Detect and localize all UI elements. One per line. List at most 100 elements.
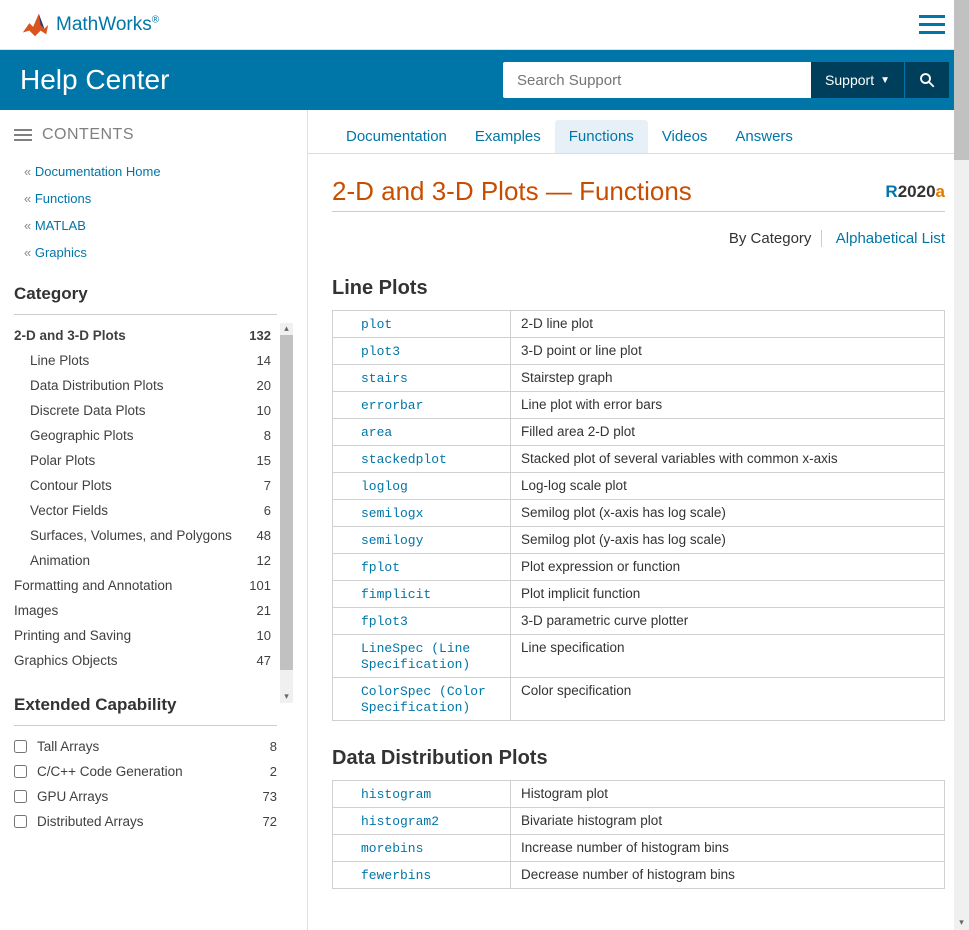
function-link[interactable]: fplot: [361, 560, 400, 575]
function-link[interactable]: fewerbins: [361, 868, 431, 883]
scrollbar-thumb[interactable]: [954, 0, 969, 160]
extended-item[interactable]: GPU Arrays73: [14, 784, 307, 809]
extended-checkbox[interactable]: [14, 765, 27, 778]
breadcrumb-link[interactable]: Graphics: [14, 239, 307, 266]
function-link[interactable]: histogram2: [361, 814, 439, 829]
scrollbar-thumb[interactable]: [280, 335, 293, 670]
view-alphabetical[interactable]: Alphabetical List: [836, 230, 945, 247]
search-wrap: Support ▼: [503, 62, 949, 98]
extended-item[interactable]: Tall Arrays8: [14, 734, 307, 759]
page-scrollbar[interactable]: ▴ ▾: [954, 0, 969, 930]
category-count: 20: [241, 378, 271, 393]
extended-checkbox[interactable]: [14, 790, 27, 803]
category-item[interactable]: 2-D and 3-D Plots132: [14, 323, 307, 348]
tab-examples[interactable]: Examples: [461, 120, 555, 153]
extended-item[interactable]: Distributed Arrays72: [14, 809, 307, 834]
category-count: 10: [241, 403, 271, 418]
function-desc: Stairstep graph: [511, 365, 945, 392]
category-item[interactable]: Graphics Objects47: [14, 648, 307, 673]
view-by-category[interactable]: By Category: [729, 230, 823, 247]
category-item[interactable]: Formatting and Annotation101: [14, 573, 307, 598]
tab-documentation[interactable]: Documentation: [332, 120, 461, 153]
extended-checkbox[interactable]: [14, 740, 27, 753]
scroll-down-icon[interactable]: ▾: [280, 691, 293, 703]
category-label: Printing and Saving: [14, 628, 241, 643]
function-desc: Decrease number of histogram bins: [511, 862, 945, 889]
scroll-up-icon[interactable]: ▴: [280, 323, 293, 335]
function-table: plot2-D line plotplot33-D point or line …: [332, 310, 945, 721]
brand-logo[interactable]: MathWorks®: [20, 11, 159, 39]
function-link[interactable]: morebins: [361, 841, 423, 856]
category-item[interactable]: Discrete Data Plots10: [14, 398, 307, 423]
function-link[interactable]: LineSpec (Line Specification): [361, 641, 470, 672]
category-label: Data Distribution Plots: [30, 378, 241, 393]
scroll-down-icon[interactable]: ▾: [954, 915, 969, 930]
breadcrumb-link[interactable]: Functions: [14, 185, 307, 212]
search-button[interactable]: [905, 62, 949, 98]
function-link[interactable]: fimplicit: [361, 587, 431, 602]
function-desc: Color specification: [511, 678, 945, 721]
function-link[interactable]: area: [361, 425, 392, 440]
category-item[interactable]: Vector Fields6: [14, 498, 307, 523]
extended-label: GPU Arrays: [37, 789, 247, 804]
function-desc: Line specification: [511, 635, 945, 678]
category-label: Surfaces, Volumes, and Polygons: [30, 528, 241, 543]
tab-videos[interactable]: Videos: [648, 120, 722, 153]
category-item[interactable]: Animation12: [14, 548, 307, 573]
function-link[interactable]: loglog: [361, 479, 408, 494]
table-row: plot33-D point or line plot: [333, 338, 945, 365]
function-link[interactable]: semilogx: [361, 506, 423, 521]
extended-label: C/C++ Code Generation: [37, 764, 247, 779]
category-count: 10: [241, 628, 271, 643]
function-desc: Plot expression or function: [511, 554, 945, 581]
support-dropdown[interactable]: Support ▼: [811, 62, 904, 98]
category-item[interactable]: Data Distribution Plots20: [14, 373, 307, 398]
table-row: histogramHistogram plot: [333, 781, 945, 808]
table-row: histogram2Bivariate histogram plot: [333, 808, 945, 835]
function-link[interactable]: stackedplot: [361, 452, 447, 467]
search-input[interactable]: [503, 62, 811, 98]
category-count: 47: [241, 653, 271, 668]
category-count: 132: [241, 328, 271, 343]
category-item[interactable]: Contour Plots7: [14, 473, 307, 498]
table-row: ColorSpec (Color Specification) Color spe…: [333, 678, 945, 721]
function-link[interactable]: semilogy: [361, 533, 423, 548]
category-item[interactable]: Line Plots14: [14, 348, 307, 373]
category-item[interactable]: Geographic Plots8: [14, 423, 307, 448]
category-item[interactable]: Surfaces, Volumes, and Polygons48: [14, 523, 307, 548]
tab-row: DocumentationExamplesFunctionsVideosAnsw…: [308, 110, 969, 154]
extended-label: Tall Arrays: [37, 739, 247, 754]
category-item[interactable]: Printing and Saving10: [14, 623, 307, 648]
table-row: semilogx Semilog plot (x-axis has log sca…: [333, 500, 945, 527]
chevron-down-icon: ▼: [880, 75, 890, 86]
function-link[interactable]: histogram: [361, 787, 431, 802]
breadcrumb-link[interactable]: MATLAB: [14, 212, 307, 239]
function-link[interactable]: plot: [361, 317, 392, 332]
function-desc: Semilog plot (x-axis has log scale): [511, 500, 945, 527]
hamburger-menu[interactable]: [919, 10, 949, 40]
function-link[interactable]: plot3: [361, 344, 400, 359]
category-item[interactable]: Polar Plots15: [14, 448, 307, 473]
table-row: fimplicitPlot implicit function: [333, 581, 945, 608]
table-row: morebinsIncrease number of histogram bin…: [333, 835, 945, 862]
extended-checkbox[interactable]: [14, 815, 27, 828]
contents-header[interactable]: CONTENTS: [14, 126, 307, 144]
category-label: Images: [14, 603, 241, 618]
category-count: 12: [241, 553, 271, 568]
category-item[interactable]: Images21: [14, 598, 307, 623]
category-heading: Category: [14, 284, 277, 315]
table-row: areaFilled area 2-D plot: [333, 419, 945, 446]
breadcrumb-link[interactable]: Documentation Home: [14, 158, 307, 185]
tab-functions[interactable]: Functions: [555, 120, 648, 153]
function-desc: Line plot with error bars: [511, 392, 945, 419]
function-link[interactable]: fplot3: [361, 614, 408, 629]
category-scrollbar[interactable]: ▴ ▾: [280, 323, 293, 703]
category-label: Geographic Plots: [30, 428, 241, 443]
extended-item[interactable]: C/C++ Code Generation2: [14, 759, 307, 784]
tab-answers[interactable]: Answers: [721, 120, 807, 153]
function-link[interactable]: stairs: [361, 371, 408, 386]
extended-list: Tall Arrays8C/C++ Code Generation2GPU Ar…: [14, 734, 307, 834]
function-link[interactable]: errorbar: [361, 398, 423, 413]
function-link[interactable]: ColorSpec (Color Specification): [361, 684, 486, 715]
table-row: loglogLog-log scale plot: [333, 473, 945, 500]
